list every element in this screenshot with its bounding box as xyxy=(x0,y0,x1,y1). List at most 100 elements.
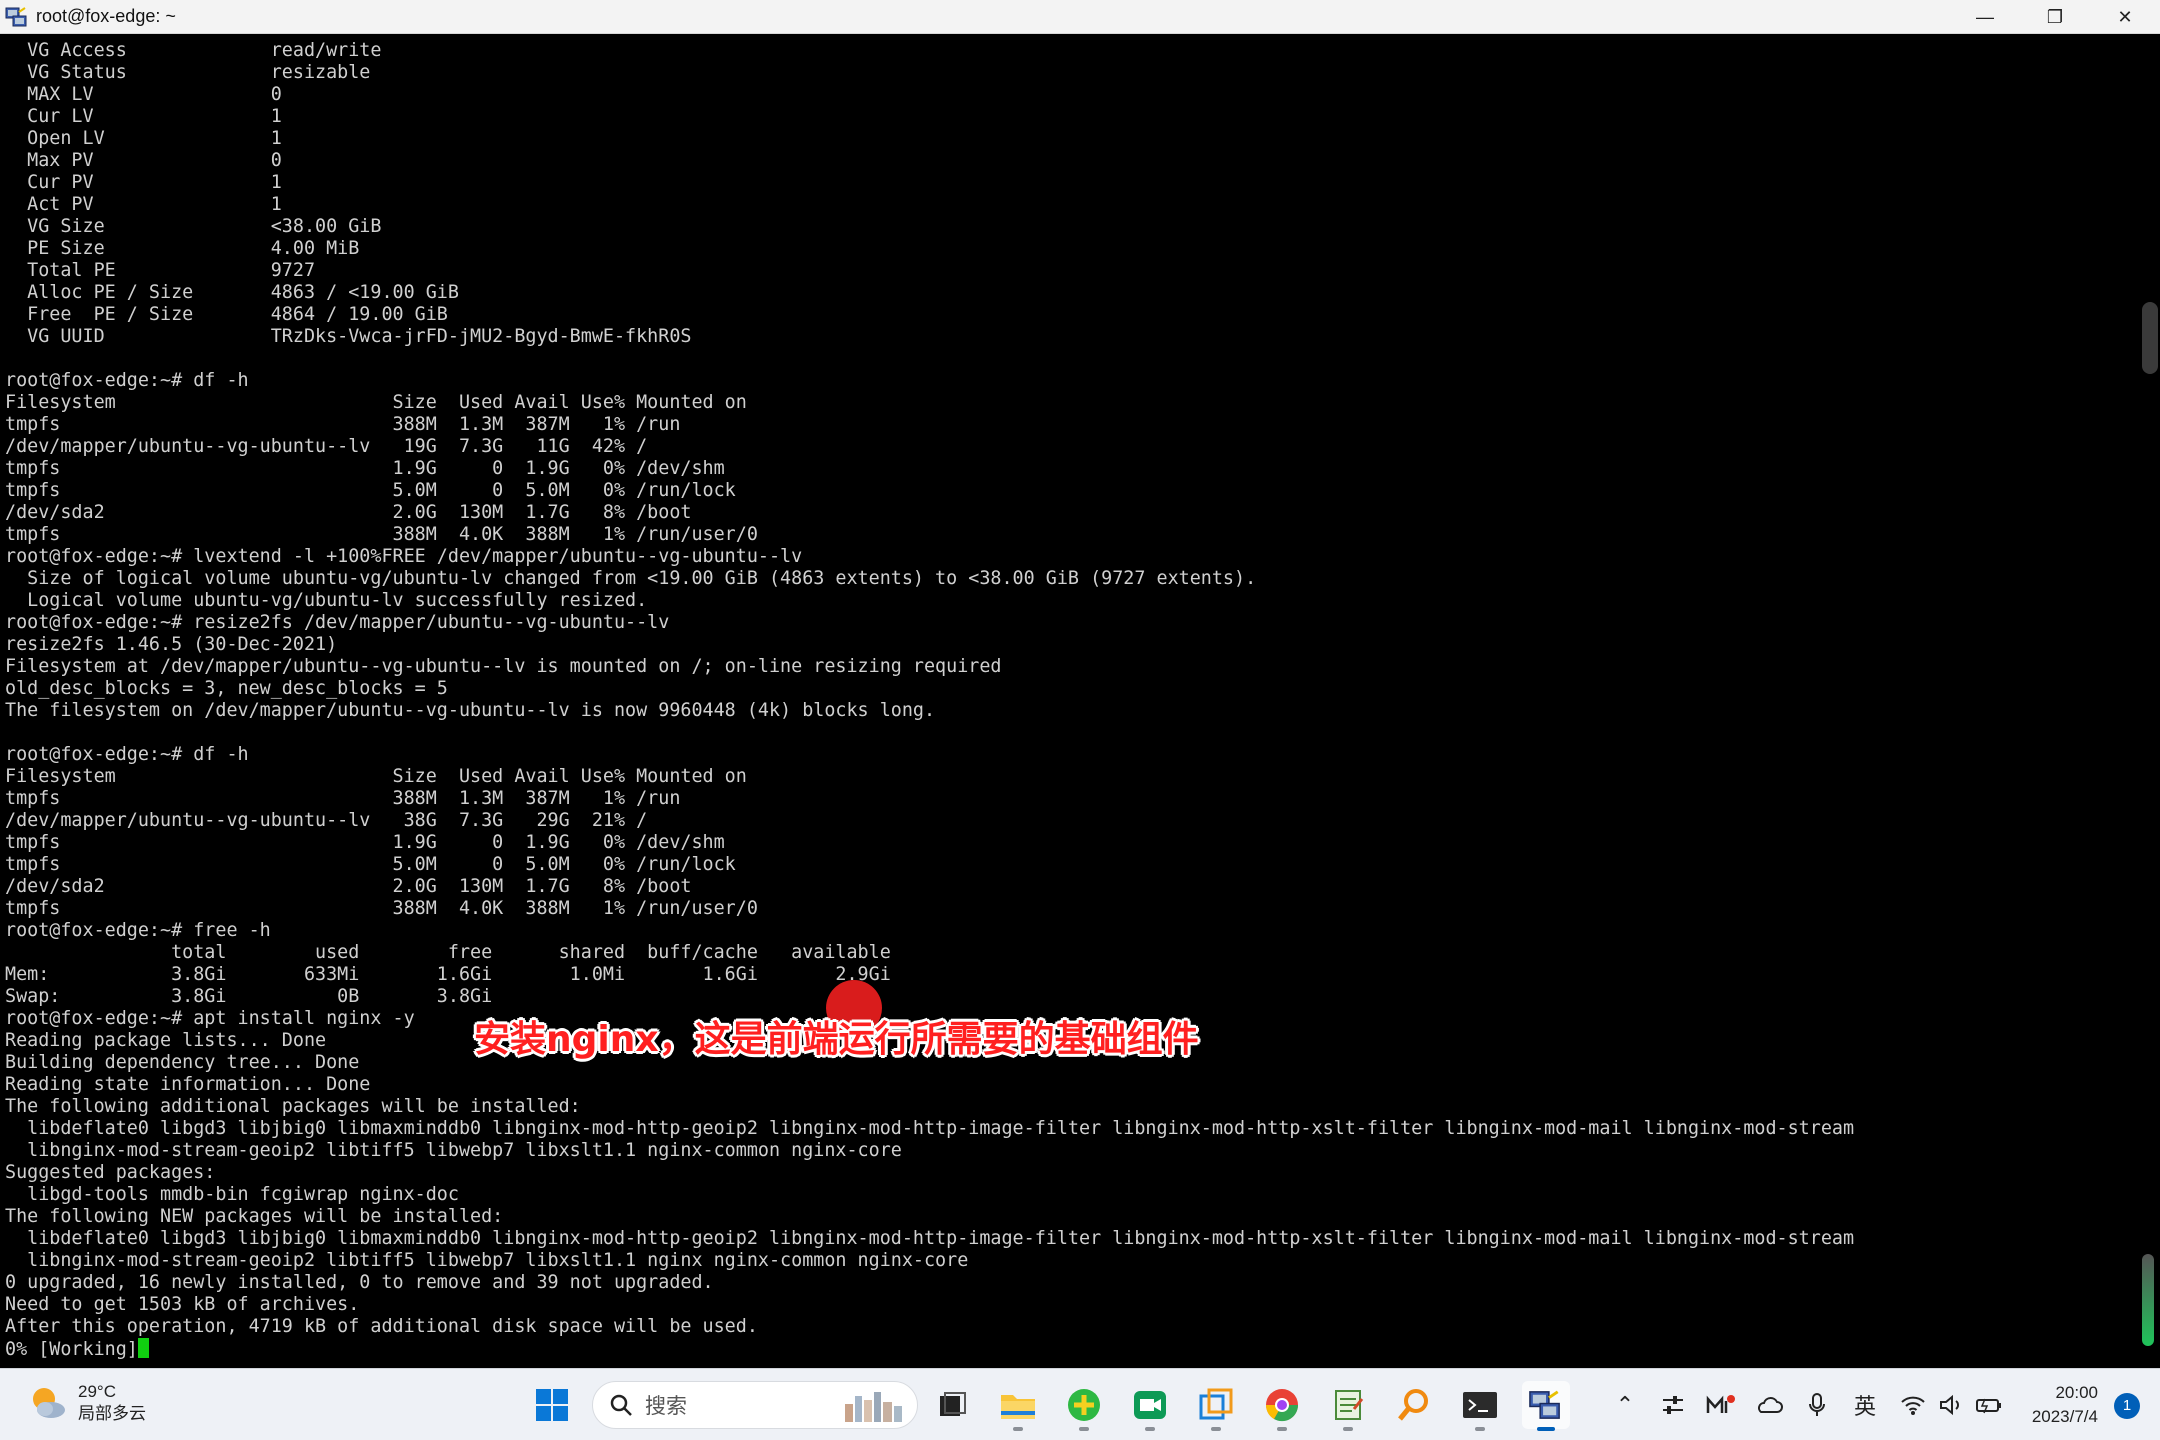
green-plus-app-icon xyxy=(1068,1389,1100,1421)
terminal-line: Size of logical volume ubuntu-vg/ubuntu-… xyxy=(5,568,1257,589)
settings-sliders-icon[interactable] xyxy=(1656,1387,1690,1423)
terminal-line: 0 upgraded, 16 newly installed, 0 to rem… xyxy=(5,1272,714,1293)
terminal-line: total used free shared buff/cache availa… xyxy=(5,942,891,963)
chevron-up-icon[interactable]: ⌃ xyxy=(1610,1387,1640,1423)
clock-time: 20:00 xyxy=(2055,1383,2098,1402)
terminal-scrollbar[interactable] xyxy=(2136,34,2160,1368)
terminal-line: /dev/mapper/ubuntu--vg-ubuntu--lv 38G 7.… xyxy=(5,810,648,831)
windows-logo-icon xyxy=(536,1389,568,1421)
video-subtitle: 安装nginx，这是前端运行所需要的基础组件 xyxy=(474,1019,1199,1060)
terminal-line: tmpfs 388M 4.0K 388M 1% /run/user/0 xyxy=(5,898,758,919)
mail-badge-icon[interactable] xyxy=(1704,1387,1738,1423)
terminal-line: tmpfs 388M 1.3M 387M 1% /run xyxy=(5,788,681,809)
taskbar-app-meeting[interactable] xyxy=(1126,1381,1174,1431)
task-view-icon xyxy=(940,1392,966,1416)
terminal-line: libnginx-mod-stream-geoip2 libtiff5 libw… xyxy=(5,1140,902,1161)
battery-icon[interactable] xyxy=(1972,1387,2006,1423)
terminal-output[interactable]: VG Access read/write VG Status resizable… xyxy=(0,34,2136,1368)
terminal-line: root@fox-edge:~# resize2fs /dev/mapper/u… xyxy=(5,612,670,633)
terminal-line: root@fox-edge:~# lvextend -l +100%FREE /… xyxy=(5,546,803,567)
terminal-line: VG UUID TRzDks-Vwca-jrFD-jMU2-Bgyd-BmwE-… xyxy=(5,326,692,347)
terminal-line: Cur LV 1 xyxy=(5,106,282,127)
remote-desktop-icon xyxy=(1199,1388,1233,1420)
microphone-icon[interactable] xyxy=(1800,1387,1834,1423)
folder-icon xyxy=(1001,1395,1035,1419)
terminal-line: libgd-tools mmdb-bin fcgiwrap nginx-doc xyxy=(5,1184,459,1205)
minimize-button[interactable]: — xyxy=(1950,0,2020,34)
taskbar-app-remote[interactable] xyxy=(1192,1381,1240,1431)
terminal-line: /dev/sda2 2.0G 130M 1.7G 8% /boot xyxy=(5,876,692,897)
taskbar-app-putty[interactable] xyxy=(1522,1381,1570,1431)
taskbar-app-notepad[interactable] xyxy=(1324,1381,1372,1431)
wifi-icon[interactable] xyxy=(1896,1387,1930,1423)
terminal-line: /dev/sda2 2.0G 130M 1.7G 8% /boot xyxy=(5,502,692,523)
terminal-line: VG Status resizable xyxy=(5,62,371,83)
terminal-line: tmpfs 5.0M 0 5.0M 0% /run/lock xyxy=(5,854,736,875)
taskbar-task-view[interactable] xyxy=(928,1381,976,1429)
weather-temp: 29°C xyxy=(78,1382,116,1401)
taskbar-app-green-plus[interactable] xyxy=(1060,1381,1108,1431)
terminal-line: libnginx-mod-stream-geoip2 libtiff5 libw… xyxy=(5,1250,969,1271)
close-button[interactable]: ✕ xyxy=(2090,0,2160,34)
window-title: root@fox-edge: ~ xyxy=(36,6,176,26)
search-placeholder: 搜索 xyxy=(645,1395,687,1418)
terminal-line: libdeflate0 libgd3 libjbig0 libmaxminddb… xyxy=(5,1118,1855,1139)
terminal-line: tmpfs 5.0M 0 5.0M 0% /run/lock xyxy=(5,480,736,501)
taskbar: 29°C 局部多云 搜索 ⌃ 英 20:00 2023/7/4 1 xyxy=(0,1368,2160,1440)
terminal-line: libdeflate0 libgd3 libjbig0 libmaxminddb… xyxy=(5,1228,1855,1249)
terminal-line: PE Size 4.00 MiB xyxy=(5,238,360,259)
terminal-line: Alloc PE / Size 4863 / <19.00 GiB xyxy=(5,282,459,303)
clock-date: 2023/7/4 xyxy=(2031,1407,2098,1426)
terminal-line: Free PE / Size 4864 / 19.00 GiB xyxy=(5,304,448,325)
system-clock[interactable]: 20:00 2023/7/4 xyxy=(2032,1381,2098,1429)
scrollbar-indicator xyxy=(2142,1254,2154,1346)
terminal-line: Swap: 3.8Gi 0B 3.8Gi xyxy=(5,986,493,1007)
video-meeting-icon xyxy=(1134,1391,1166,1419)
terminal-icon xyxy=(1463,1392,1497,1418)
cloud-icon[interactable] xyxy=(1752,1387,1786,1423)
terminal-lines: VG Access read/write VG Status resizable… xyxy=(5,40,1854,1360)
terminal-line: After this operation, 4719 kB of additio… xyxy=(5,1316,758,1337)
terminal-cursor xyxy=(137,1338,149,1358)
notepad-icon xyxy=(1335,1390,1364,1420)
taskbar-file-explorer[interactable] xyxy=(994,1381,1042,1431)
terminal-line: Filesystem at /dev/mapper/ubuntu--vg-ubu… xyxy=(5,656,1002,677)
ime-indicator[interactable]: 英 xyxy=(1848,1387,1882,1423)
terminal-line: tmpfs 1.9G 0 1.9G 0% /dev/shm xyxy=(5,832,725,853)
terminal-line: VG Access read/write xyxy=(5,40,382,61)
terminal-line: Cur PV 1 xyxy=(5,172,282,193)
terminal-line: MAX LV 0 xyxy=(5,84,282,105)
taskbar-app-terminal[interactable] xyxy=(1456,1381,1504,1431)
terminal-line: Max PV 0 xyxy=(5,150,282,171)
weather-widget[interactable]: 29°C 局部多云 xyxy=(28,1381,146,1425)
terminal-line: tmpfs 388M 1.3M 387M 1% /run xyxy=(5,414,681,435)
start-button[interactable] xyxy=(528,1381,576,1429)
terminal-line: root@fox-edge:~# df -h xyxy=(5,370,249,391)
terminal-line: Mem: 3.8Gi 633Mi 1.6Gi 1.0Mi 1.6Gi 2.9Gi xyxy=(5,964,891,985)
terminal-line: Filesystem Size Used Avail Use% Mounted … xyxy=(5,392,747,413)
terminal-line: Suggested packages: xyxy=(5,1162,216,1183)
taskbar-app-search-tool[interactable] xyxy=(1390,1381,1438,1429)
scrollbar-thumb[interactable] xyxy=(2142,302,2158,374)
notification-badge[interactable]: 1 xyxy=(2114,1393,2140,1419)
taskbar-app-chrome[interactable] xyxy=(1258,1381,1306,1431)
terminal-line: The following additional packages will b… xyxy=(5,1096,581,1117)
putty-icon xyxy=(4,4,30,30)
maximize-button[interactable]: ❐ xyxy=(2020,0,2090,34)
search-icon xyxy=(610,1394,632,1416)
terminal-line: Logical volume ubuntu-vg/ubuntu-lv succe… xyxy=(5,590,648,611)
volume-icon[interactable] xyxy=(1934,1387,1968,1423)
terminal-line: root@fox-edge:~# free -h xyxy=(5,920,271,941)
terminal-line: resize2fs 1.46.5 (30-Dec-2021) xyxy=(5,634,338,655)
partly-cloudy-icon xyxy=(28,1383,68,1423)
weather-desc: 局部多云 xyxy=(78,1404,146,1423)
window-titlebar: root@fox-edge: ~ — ❐ ✕ xyxy=(0,0,2160,34)
search-highlight-icon xyxy=(845,1392,902,1422)
taskbar-search[interactable]: 搜索 xyxy=(592,1381,918,1429)
magnifier-app-icon xyxy=(1398,1389,1428,1421)
terminal-line: Open LV 1 xyxy=(5,128,282,149)
terminal-line: The filesystem on /dev/mapper/ubuntu--vg… xyxy=(5,700,936,721)
terminal-line: The following NEW packages will be insta… xyxy=(5,1206,504,1227)
